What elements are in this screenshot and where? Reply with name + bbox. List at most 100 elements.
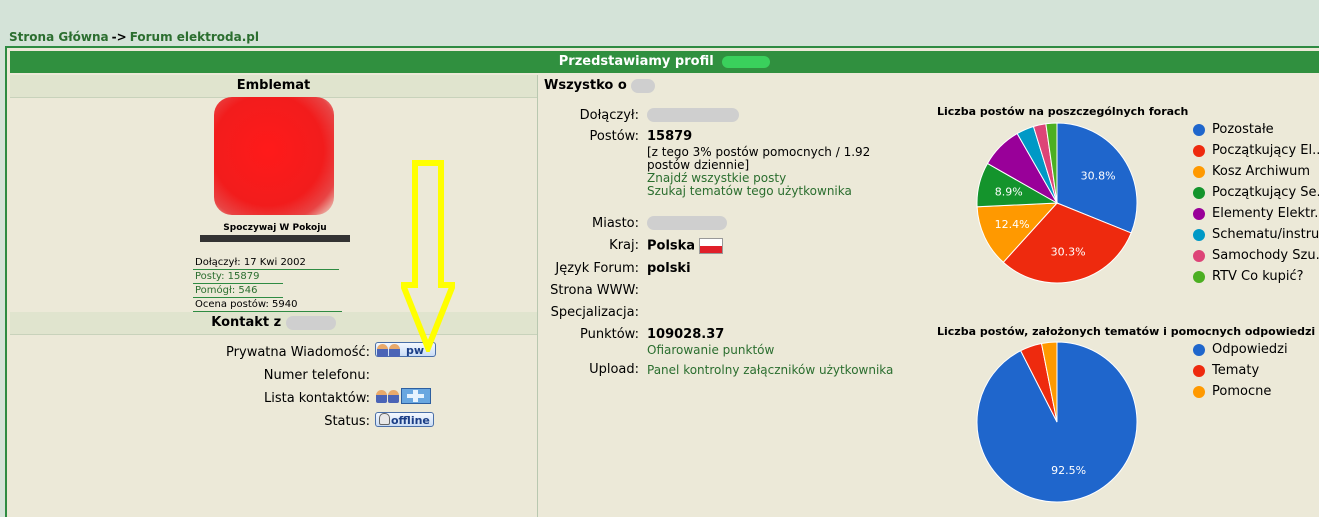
lightbulb-icon — [379, 413, 390, 425]
legend-label: Schematu/instru... — [1212, 227, 1319, 242]
info-city-label: Miasto: — [592, 216, 639, 231]
legend-label: Pozostałe — [1212, 122, 1274, 137]
info-country-label: Kraj: — [609, 238, 639, 253]
legend-item: Kosz Archiwum — [1193, 161, 1319, 182]
avatar-caption: Spoczywaj W Pokoju — [223, 223, 327, 233]
legend-swatch — [1193, 228, 1205, 241]
profile-title: Przedstawiamy profil — [558, 54, 714, 69]
profile-title-bar: Przedstawiamy profil — [10, 51, 1319, 73]
legend-label: Tematy — [1212, 363, 1260, 378]
chart-forums-pie: 30.8% 30.3% 12.4% 8.9% — [976, 122, 1138, 284]
user-stats: Dołączył: 17 Kwi 2002 Posty: 15879 Pomóg… — [193, 257, 342, 313]
chart-posts-title: Liczba postów, założonych tematów i pomo… — [937, 325, 1316, 338]
breadcrumb-forum-link[interactable]: Forum elektroda.pl — [130, 30, 259, 44]
legend-label: Pomocne — [1212, 384, 1272, 399]
stat-joined: Dołączył: 17 Kwi 2002 — [193, 257, 339, 270]
status-label: Status: — [324, 414, 370, 429]
about-header-text: Wszystko o — [544, 78, 627, 93]
legend-swatch — [1193, 144, 1205, 157]
chart-forums-title: Liczba postów na poszczególnych forach — [937, 105, 1189, 118]
legend-item: RTV Co kupić? — [1193, 266, 1319, 287]
legend-item: Odpowiedzi — [1193, 339, 1288, 360]
info-lang-value: polski — [647, 261, 691, 276]
chart-forums-legend: Pozostałe Początkujący El... Kosz Archiwum… — [1193, 119, 1319, 287]
legend-label: Odpowiedzi — [1212, 342, 1288, 357]
breadcrumb-separator: -> — [111, 30, 127, 44]
pm-label: Prywatna Wiadomość: — [226, 345, 370, 360]
info-posts-label: Postów: — [589, 129, 639, 144]
info-joined-label: Dołączył: — [579, 108, 639, 123]
legend-item: Samochody Szu... — [1193, 245, 1319, 266]
right-column: Wszystko o Dołączył: Postów: 15879 [z te… — [539, 75, 1319, 517]
pm-row: Prywatna Wiadomość: — [10, 345, 370, 360]
legend-swatch — [1193, 249, 1205, 262]
chart-posts-pie: 92.5% — [976, 341, 1138, 503]
status-badge-label: offline — [391, 414, 430, 427]
info-points-value: 109028.37 — [647, 327, 725, 342]
info-www-label: Strona WWW: — [550, 283, 639, 298]
users-icon — [376, 343, 402, 358]
contacts-label: Lista kontaktów: — [263, 391, 370, 406]
legend-swatch — [1193, 385, 1205, 398]
legend-swatch — [1193, 270, 1205, 283]
redacted-username — [631, 78, 656, 93]
emblem-header: Emblemat — [10, 75, 537, 98]
legend-item: Elementy Elektr... — [1193, 203, 1319, 224]
pie-slice-label-3: 8.9% — [995, 185, 1023, 198]
profile-frame: Przedstawiamy profil Emblemat Spoczywaj … — [5, 46, 1319, 517]
pie-slice-label-0: 92.5% — [1051, 464, 1086, 477]
arrow-down-icon — [401, 160, 455, 352]
plus-icon — [401, 388, 431, 404]
legend-swatch — [1193, 123, 1205, 136]
legend-item: Początkujący El... — [1193, 140, 1319, 161]
info-posts-detail: [z tego 3% postów pomocnych / 1.92 postó… — [647, 145, 871, 172]
info-country-value-wrap: Polska — [647, 238, 724, 254]
poland-flag-icon — [699, 238, 724, 254]
users-icon — [375, 389, 401, 404]
legend-label: Elementy Elektr... — [1212, 206, 1319, 221]
legend-swatch — [1193, 165, 1205, 178]
legend-item: Schematu/instru... — [1193, 224, 1319, 245]
info-points-label: Punktów: — [580, 327, 639, 342]
phone-label: Numer telefonu: — [263, 368, 370, 383]
legend-swatch — [1193, 207, 1205, 220]
redacted-city — [647, 216, 727, 230]
legend-swatch — [1193, 186, 1205, 199]
give-points-link[interactable]: Ofiarowanie punktów — [647, 343, 917, 357]
legend-label: Samochody Szu... — [1212, 248, 1319, 263]
redacted-username — [285, 315, 336, 330]
stat-helped-link[interactable]: Pomógł: 546 — [193, 285, 283, 298]
stat-rating: Ocena postów: 5940 — [193, 299, 342, 312]
upload-panel-link[interactable]: Panel kontrolny załączników użytkownika — [647, 363, 893, 377]
info-lang-label: Język Forum: — [555, 261, 639, 276]
pie-slice-label-1: 30.3% — [1051, 245, 1086, 258]
add-contact-button[interactable] — [375, 388, 431, 404]
breadcrumb-home-link[interactable]: Strona Główna — [9, 30, 109, 44]
contacts-row: Lista kontaktów: — [10, 391, 370, 406]
stat-posts-link[interactable]: Posty: 15879 — [193, 271, 283, 284]
legend-swatch — [1193, 364, 1205, 377]
pie-slice-label-0: 30.8% — [1081, 169, 1116, 182]
phone-row: Numer telefonu: — [10, 368, 370, 383]
legend-swatch — [1193, 343, 1205, 356]
legend-item: Tematy — [1193, 360, 1288, 381]
info-spec-label: Specjalizacja: — [550, 305, 639, 320]
legend-label: Początkujący El... — [1212, 143, 1319, 158]
chart-posts-legend: Odpowiedzi Tematy Pomocne — [1193, 339, 1288, 402]
legend-label: Początkujący Se... — [1212, 185, 1319, 200]
legend-label: RTV Co kupić? — [1212, 269, 1304, 284]
info-upload-label: Upload: — [589, 362, 639, 377]
about-header: Wszystko o — [544, 78, 656, 93]
breadcrumb: Strona Główna -> Forum elektroda.pl — [9, 30, 259, 44]
status-badge[interactable]: offline — [375, 412, 434, 427]
avatar — [214, 97, 334, 215]
find-topics-link[interactable]: Szukaj tematów tego użytkownika — [647, 185, 917, 198]
status-row: Status: — [10, 414, 370, 429]
redacted-join-date — [647, 108, 739, 122]
status-badge-face[interactable]: offline — [375, 412, 434, 427]
info-country-value: Polska — [647, 238, 696, 254]
redacted-username — [722, 55, 771, 68]
legend-item: Pozostałe — [1193, 119, 1319, 140]
info-posts-value: 15879 — [647, 129, 693, 144]
contact-header-text: Kontakt z — [211, 315, 282, 330]
